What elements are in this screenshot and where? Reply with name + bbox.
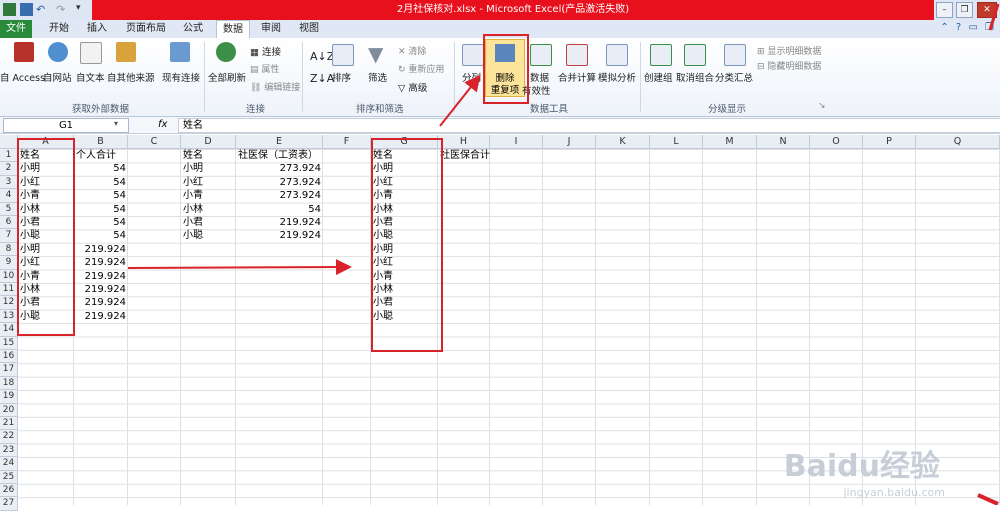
arrow-to-column-g	[127, 259, 352, 276]
watermark-logo: Baidu经验	[783, 449, 940, 484]
arrow-bottom-right	[977, 493, 999, 505]
arrow-top-right	[988, 3, 1000, 31]
watermark-url: jingyan.baidu.com	[843, 486, 945, 499]
arrow-to-remove-duplicates	[439, 74, 481, 127]
annotation-arrows	[127, 3, 1000, 505]
